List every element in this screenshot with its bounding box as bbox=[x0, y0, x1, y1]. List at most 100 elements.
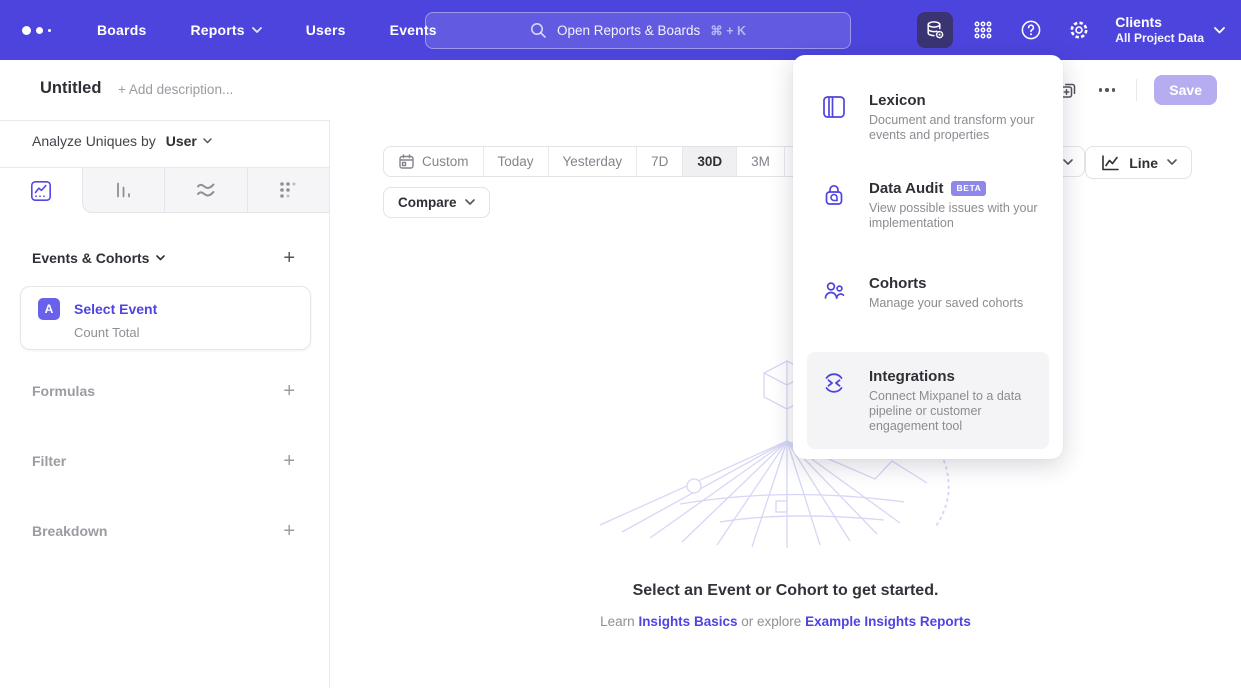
beta-badge: BETA bbox=[951, 181, 986, 196]
empty-state-links: Learn Insights Basics or explore Example… bbox=[330, 614, 1241, 629]
analyze-uniques-selector[interactable]: Analyze Uniques by User bbox=[32, 133, 212, 149]
save-button[interactable]: Save bbox=[1154, 75, 1217, 105]
learn-prefix: Learn bbox=[600, 614, 635, 629]
menu-item-title: Cohorts bbox=[869, 274, 927, 293]
help-button[interactable] bbox=[1013, 12, 1049, 48]
nav-label: Reports bbox=[190, 22, 244, 38]
menu-item-text: Lexicon Document and transform your even… bbox=[869, 91, 1049, 143]
tab-insights-line[interactable] bbox=[0, 168, 82, 213]
menu-item-text: Data Audit BETA View possible issues wit… bbox=[869, 179, 1049, 231]
project-switcher[interactable]: Clients All Project Data bbox=[1115, 14, 1225, 46]
chart-type-dropdown[interactable]: Line bbox=[1085, 146, 1192, 179]
menu-item-data-audit[interactable]: Data Audit BETA View possible issues wit… bbox=[807, 179, 1049, 231]
retention-tab-icon bbox=[276, 178, 300, 202]
lexicon-book-icon bbox=[821, 94, 847, 120]
line-chart-icon bbox=[1100, 154, 1120, 172]
tab-retention-grid[interactable] bbox=[247, 168, 329, 212]
apps-grid-button[interactable] bbox=[965, 12, 1001, 48]
menu-item-title: Data Audit bbox=[869, 179, 943, 198]
date-range-3m[interactable]: 3M bbox=[736, 147, 784, 176]
menu-item-description: Connect Mixpanel to a data pipeline or c… bbox=[869, 389, 1049, 434]
settings-button[interactable] bbox=[1061, 12, 1097, 48]
chevron-down-icon bbox=[203, 138, 212, 144]
breakdown-row[interactable]: Breakdown + bbox=[32, 515, 295, 547]
nav-item-reports[interactable]: Reports bbox=[190, 22, 261, 38]
breakdown-label: Breakdown bbox=[32, 523, 107, 539]
formulas-row[interactable]: Formulas + bbox=[32, 375, 295, 407]
global-search-input[interactable]: Open Reports & Boards ⌘ + K bbox=[425, 12, 851, 49]
nav-item-boards[interactable]: Boards bbox=[97, 22, 146, 38]
flow-tab-icon bbox=[194, 178, 218, 202]
date-range-label: 30D bbox=[697, 154, 722, 169]
project-labels: Clients All Project Data bbox=[1115, 14, 1204, 46]
gear-icon bbox=[1067, 18, 1091, 42]
integrations-sync-icon bbox=[821, 370, 847, 396]
add-event-button[interactable]: + bbox=[283, 248, 295, 268]
add-breakdown-button[interactable]: + bbox=[283, 521, 295, 541]
select-event-label[interactable]: Select Event bbox=[74, 301, 157, 317]
nav-right-cluster: Clients All Project Data bbox=[917, 0, 1225, 60]
line-chart-tab-icon bbox=[29, 179, 53, 203]
mixpanel-logo[interactable] bbox=[22, 26, 51, 35]
chevron-down-icon bbox=[1167, 159, 1177, 166]
search-icon bbox=[530, 22, 547, 39]
filter-label: Filter bbox=[32, 453, 66, 469]
menu-item-lexicon[interactable]: Lexicon Document and transform your even… bbox=[807, 91, 1049, 143]
data-management-button[interactable] bbox=[917, 12, 953, 48]
event-series-badge: A bbox=[38, 298, 60, 320]
search-placeholder: Open Reports & Boards bbox=[557, 23, 700, 38]
menu-item-description: Document and transform your events and p… bbox=[869, 113, 1049, 143]
report-description-placeholder[interactable]: + Add description... bbox=[118, 82, 233, 97]
database-gear-icon bbox=[923, 18, 947, 42]
date-range-yesterday[interactable]: Yesterday bbox=[548, 147, 637, 176]
report-title[interactable]: Untitled bbox=[40, 79, 101, 98]
filter-row[interactable]: Filter + bbox=[32, 445, 295, 477]
menu-item-cohorts[interactable]: Cohorts Manage your saved cohorts bbox=[807, 274, 1049, 311]
insights-basics-link[interactable]: Insights Basics bbox=[638, 614, 737, 629]
mixpanel-app: Boards Reports Users Events Open Reports… bbox=[0, 0, 1241, 688]
chart-type-tabs bbox=[0, 167, 329, 213]
project-scope: All Project Data bbox=[1115, 31, 1204, 46]
report-actions: Save bbox=[1058, 60, 1217, 120]
add-formula-button[interactable]: + bbox=[283, 381, 295, 401]
or-explore-text: or explore bbox=[741, 614, 801, 629]
events-cohorts-toggle[interactable]: Events & Cohorts bbox=[32, 250, 165, 266]
report-canvas: Custom Today Yesterday 7D 30D 3M 6M Line… bbox=[330, 120, 1241, 688]
query-builder-sidebar: Analyze Uniques by User bbox=[0, 120, 330, 688]
date-range-30d[interactable]: 30D bbox=[682, 147, 736, 176]
tab-flow-chart[interactable] bbox=[164, 168, 246, 212]
chevron-down-icon bbox=[1063, 159, 1073, 166]
nav-item-users[interactable]: Users bbox=[306, 22, 346, 38]
data-audit-lock-icon bbox=[821, 182, 847, 208]
tab-bar-chart[interactable] bbox=[83, 168, 164, 212]
count-total-label[interactable]: Count Total bbox=[74, 325, 140, 340]
compare-dropdown[interactable]: Compare bbox=[383, 187, 490, 218]
events-cohorts-header: Events & Cohorts + bbox=[32, 244, 295, 272]
nav-label: Users bbox=[306, 22, 346, 38]
analyze-label: Analyze Uniques by bbox=[32, 133, 156, 149]
event-selector-card[interactable]: A Select Event Count Total bbox=[20, 286, 311, 350]
menu-item-text: Integrations Connect Mixpanel to a data … bbox=[869, 367, 1049, 434]
menu-item-title: Integrations bbox=[869, 367, 955, 386]
date-range-group: Custom Today Yesterday 7D 30D 3M 6M bbox=[383, 146, 833, 177]
example-reports-link[interactable]: Example Insights Reports bbox=[805, 614, 971, 629]
date-range-label: Custom bbox=[422, 154, 469, 169]
search-shortcut: ⌘ + K bbox=[710, 23, 746, 38]
date-range-custom[interactable]: Custom bbox=[384, 147, 483, 176]
chart-type-label: Line bbox=[1129, 155, 1158, 171]
date-range-today[interactable]: Today bbox=[483, 147, 548, 176]
apps-grid-icon bbox=[972, 19, 994, 41]
menu-item-text: Cohorts Manage your saved cohorts bbox=[869, 274, 1049, 311]
date-range-label: Yesterday bbox=[563, 154, 623, 169]
menu-item-integrations[interactable]: Integrations Connect Mixpanel to a data … bbox=[807, 352, 1049, 449]
add-filter-button[interactable]: + bbox=[283, 451, 295, 471]
date-range-7d[interactable]: 7D bbox=[636, 147, 682, 176]
empty-state-heading: Select an Event or Cohort to get started… bbox=[330, 582, 1241, 600]
nav-label: Boards bbox=[97, 22, 146, 38]
project-name: Clients bbox=[1115, 14, 1204, 31]
more-options-button[interactable] bbox=[1095, 84, 1120, 96]
top-nav: Boards Reports Users Events Open Reports… bbox=[0, 0, 1241, 60]
calendar-icon bbox=[398, 153, 415, 170]
cohorts-people-icon bbox=[821, 277, 847, 303]
events-cohorts-label: Events & Cohorts bbox=[32, 250, 149, 266]
